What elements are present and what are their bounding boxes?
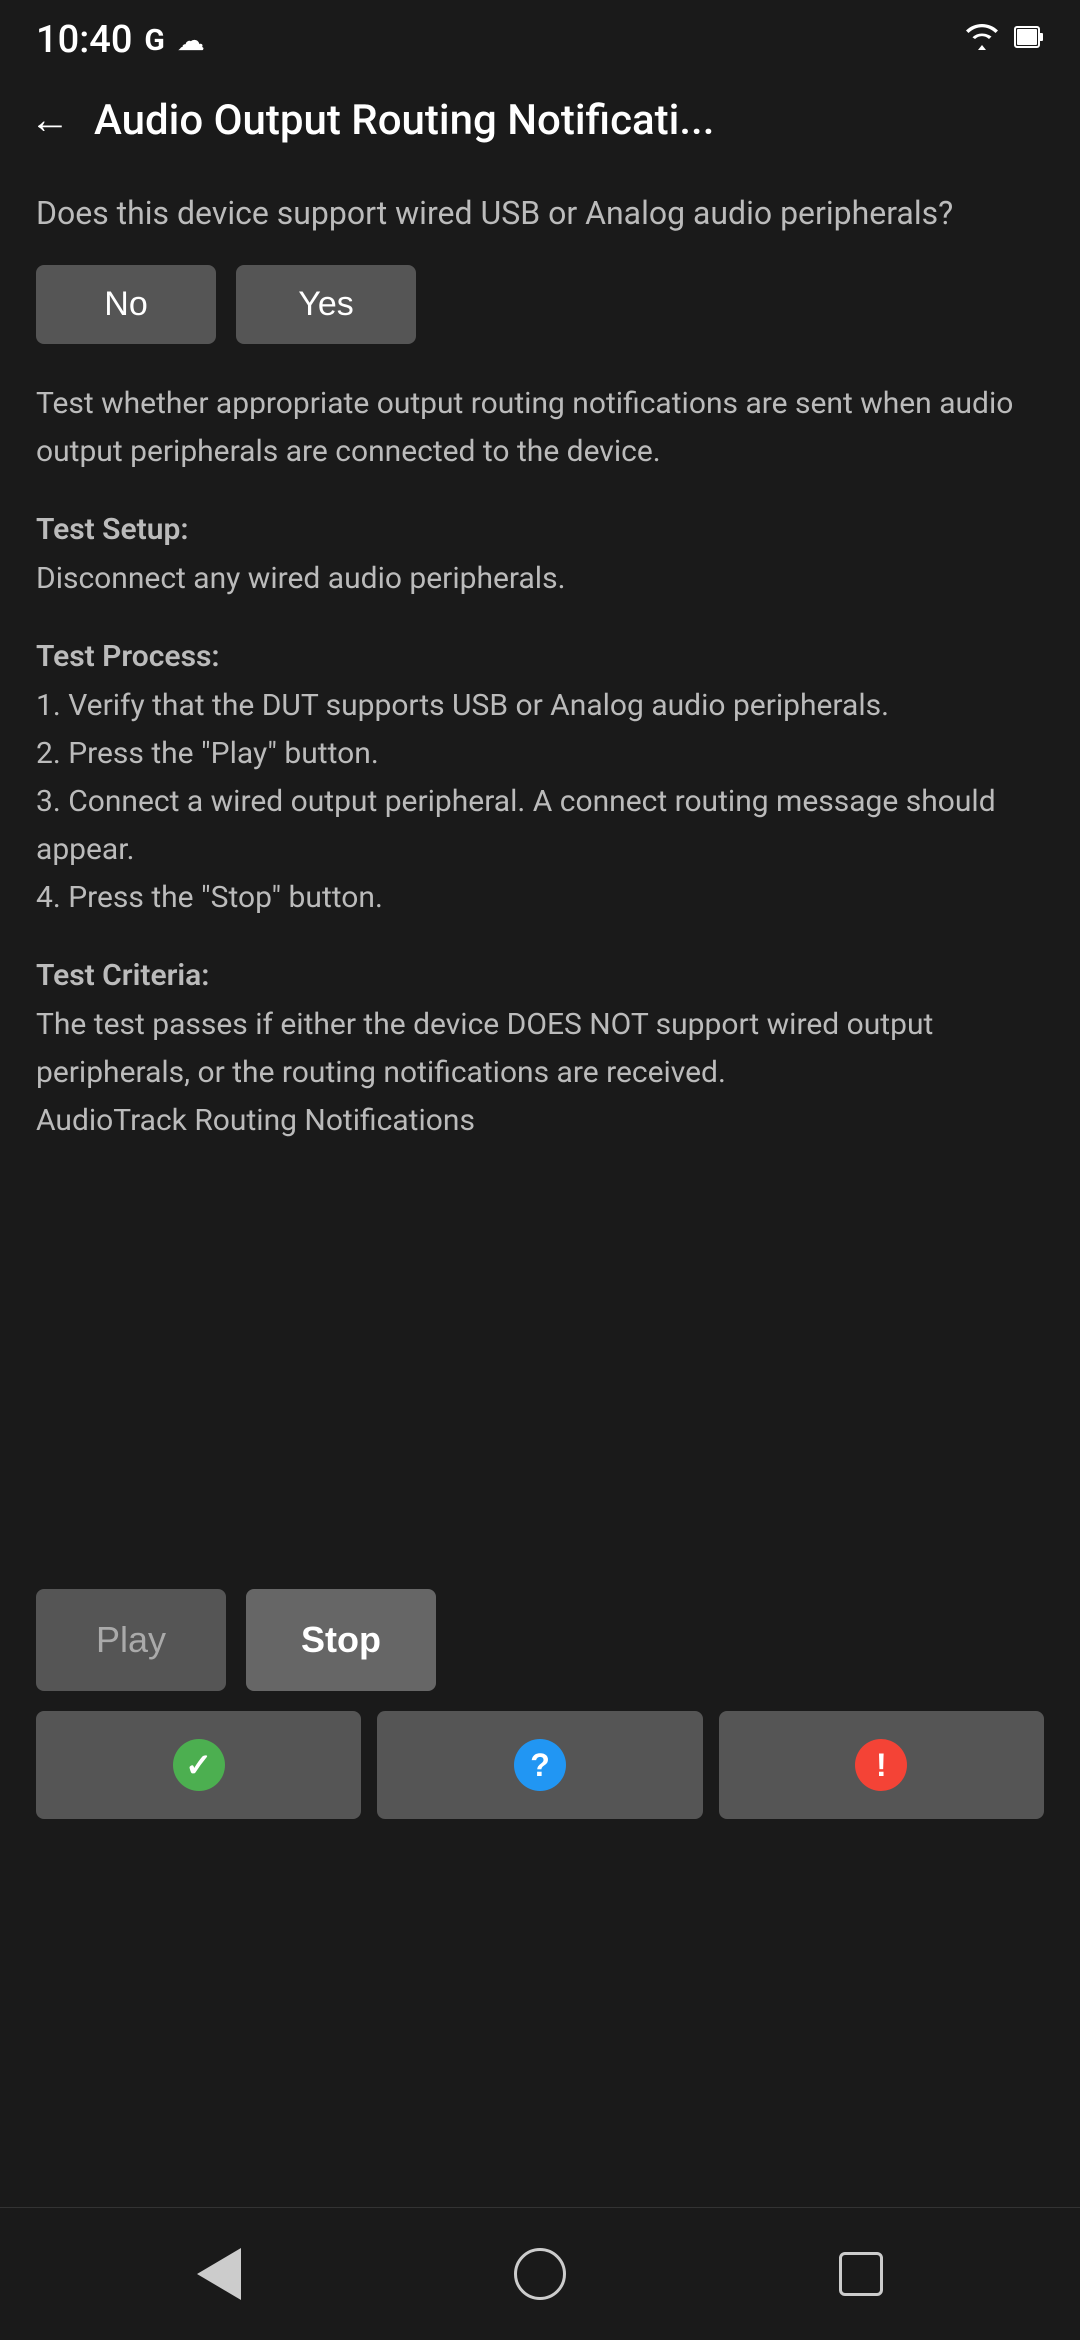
nav-home-icon	[514, 2248, 566, 2300]
test-process-body: 1. Verify that the DUT supports USB or A…	[36, 682, 1044, 922]
main-content: Does this device support wired USB or An…	[0, 169, 1080, 1559]
test-setup-label: Test Setup:	[36, 512, 1044, 547]
test-criteria-label: Test Criteria:	[36, 958, 1044, 993]
yes-no-button-row: No Yes	[36, 265, 1044, 344]
fail-button[interactable]: !	[719, 1711, 1044, 1819]
pass-button[interactable]: ✓	[36, 1711, 361, 1819]
no-button[interactable]: No	[36, 265, 216, 344]
yes-button[interactable]: Yes	[236, 265, 416, 344]
nav-recents-button[interactable]	[829, 2242, 893, 2306]
page-title: Audio Output Routing Notificati...	[94, 96, 1050, 145]
play-button[interactable]: Play	[36, 1589, 226, 1691]
stop-button[interactable]: Stop	[246, 1589, 436, 1691]
help-button[interactable]: ?	[377, 1711, 702, 1819]
nav-recents-icon	[839, 2252, 883, 2296]
back-arrow-icon: ←	[30, 98, 70, 143]
question-text: Does this device support wired USB or An…	[36, 189, 1044, 237]
status-bar-left: 10:40 G ☁	[36, 18, 205, 62]
nav-back-icon	[197, 2248, 241, 2300]
description-text: Test whether appropriate output routing …	[36, 380, 1044, 476]
test-process-label: Test Process:	[36, 639, 1044, 674]
status-bar-right	[964, 23, 1044, 58]
nav-home-button[interactable]	[504, 2238, 576, 2310]
battery-icon	[1014, 23, 1044, 58]
help-icon: ?	[514, 1739, 566, 1791]
result-buttons-row: ✓ ? !	[36, 1711, 1044, 1819]
status-time: 10:40	[36, 18, 132, 62]
pass-icon: ✓	[173, 1739, 225, 1791]
action-area: Play Stop ✓ ? !	[0, 1559, 1080, 1849]
play-stop-row: Play Stop	[36, 1589, 1044, 1691]
wifi-icon	[964, 23, 1000, 58]
spacer	[0, 1849, 1080, 2207]
cloud-icon: ☁	[177, 24, 205, 57]
google-icon: G	[144, 23, 164, 58]
nav-bar	[0, 2207, 1080, 2340]
fail-icon: !	[855, 1739, 907, 1791]
status-bar: 10:40 G ☁	[0, 0, 1080, 72]
back-button[interactable]: ←	[30, 98, 70, 143]
test-criteria-body: The test passes if either the device DOE…	[36, 1001, 1044, 1145]
test-setup-body: Disconnect any wired audio peripherals.	[36, 555, 1044, 603]
nav-back-button[interactable]	[187, 2238, 251, 2310]
app-bar: ← Audio Output Routing Notificati...	[0, 72, 1080, 169]
